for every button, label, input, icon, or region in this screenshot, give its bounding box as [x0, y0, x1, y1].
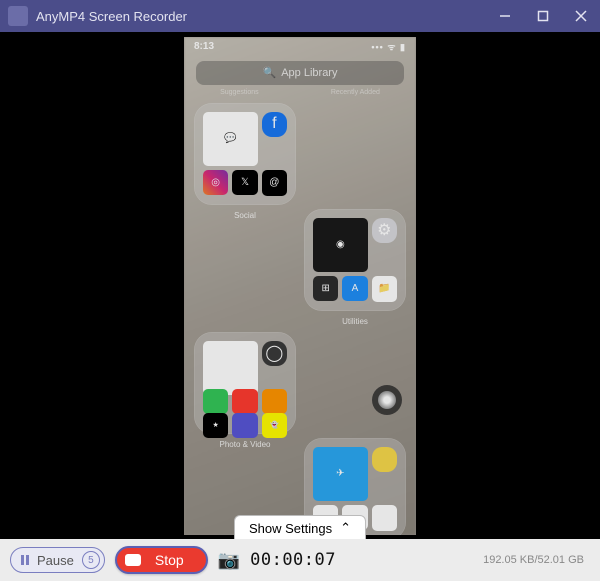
file-size-label: 192.05 KB/52.01 GB — [483, 554, 584, 566]
phone-status-bar: 8:13 ••• ᯤ ▮ — [184, 37, 416, 55]
app-icon[interactable]: 𝕏 — [232, 170, 257, 195]
stop-icon — [125, 554, 141, 566]
app-icon[interactable] — [232, 389, 257, 414]
minimize-button[interactable] — [486, 0, 524, 32]
folder-label: Utilities — [304, 317, 406, 326]
stop-button[interactable]: Stop — [115, 546, 208, 574]
hints: Suggestions Recently Added — [184, 89, 416, 96]
app-icon[interactable]: ◉ — [313, 218, 368, 273]
pause-button[interactable]: Pause 5 — [10, 547, 105, 573]
phone-clock: 8:13 — [194, 41, 214, 52]
app-folder[interactable]: ◉⚙ ⊞A📁 — [304, 209, 406, 311]
app-window: AnyMP4 Screen Recorder 8:13 ••• ᯤ ▮ 🔍 Ap… — [0, 0, 600, 581]
app-logo-icon — [8, 6, 28, 26]
app-library-search[interactable]: 🔍 App Library — [196, 61, 404, 85]
recording-viewport: 8:13 ••• ᯤ ▮ 🔍 App Library Suggestions R… — [0, 32, 600, 539]
app-icon[interactable]: ★ — [203, 413, 228, 438]
stop-label: Stop — [155, 552, 184, 568]
app-icon[interactable]: ◯ — [262, 341, 287, 366]
app-icon[interactable] — [203, 389, 228, 414]
pause-label: Pause — [37, 553, 74, 568]
folder-label: Social — [194, 211, 296, 309]
phone-status-icons: ••• ᯤ ▮ — [371, 40, 406, 53]
app-icon[interactable]: ❀ — [203, 341, 258, 396]
app-icon[interactable]: ⊞ — [313, 276, 338, 301]
app-folder[interactable]: ❀◯★👻 — [194, 332, 296, 434]
app-folder[interactable]: 💬f ◎𝕏@ — [194, 103, 296, 205]
app-icon[interactable]: @ — [262, 170, 287, 195]
app-icon[interactable]: ▲ — [372, 505, 397, 530]
app-icon[interactable]: 👻 — [262, 413, 287, 438]
app-title: AnyMP4 Screen Recorder — [36, 9, 187, 24]
phone-screen-mirror: 8:13 ••• ᯤ ▮ 🔍 App Library Suggestions R… — [184, 37, 416, 535]
chevron-up-icon: ⌃ — [340, 520, 351, 536]
assistive-touch-button[interactable] — [372, 385, 402, 415]
close-button[interactable] — [562, 0, 600, 32]
app-icon[interactable]: ✈ — [313, 447, 368, 502]
search-icon: 🔍 — [263, 66, 277, 79]
search-placeholder: App Library — [281, 67, 337, 79]
app-icon[interactable]: 📁 — [372, 276, 397, 301]
recorder-toolbar: Pause 5 Stop 📷 00:00:07 192.05 KB/52.01 … — [0, 539, 600, 581]
pause-icon — [21, 555, 29, 565]
app-icon[interactable] — [262, 389, 287, 414]
show-settings-label: Show Settings — [249, 521, 332, 536]
show-settings-button[interactable]: Show Settings ⌃ — [234, 515, 366, 539]
screenshot-button[interactable]: 📷 — [218, 550, 240, 571]
app-icon[interactable]: f — [262, 112, 287, 137]
maximize-button[interactable] — [524, 0, 562, 32]
app-icon[interactable]: A — [342, 276, 367, 301]
app-icon[interactable]: ◎ — [203, 170, 228, 195]
app-icon[interactable] — [372, 447, 397, 472]
app-icon[interactable]: 💬 — [203, 112, 258, 167]
app-icon[interactable] — [232, 413, 257, 438]
pause-countdown: 5 — [82, 551, 100, 569]
app-icon[interactable]: ⚙ — [372, 218, 397, 243]
app-library-grid: 💬f◎𝕏@Social◉⚙⊞A📁Utilities❀◯★👻Photo & Vid… — [194, 103, 406, 535]
recording-timer: 00:00:07 — [250, 550, 336, 570]
title-bar: AnyMP4 Screen Recorder — [0, 0, 600, 32]
